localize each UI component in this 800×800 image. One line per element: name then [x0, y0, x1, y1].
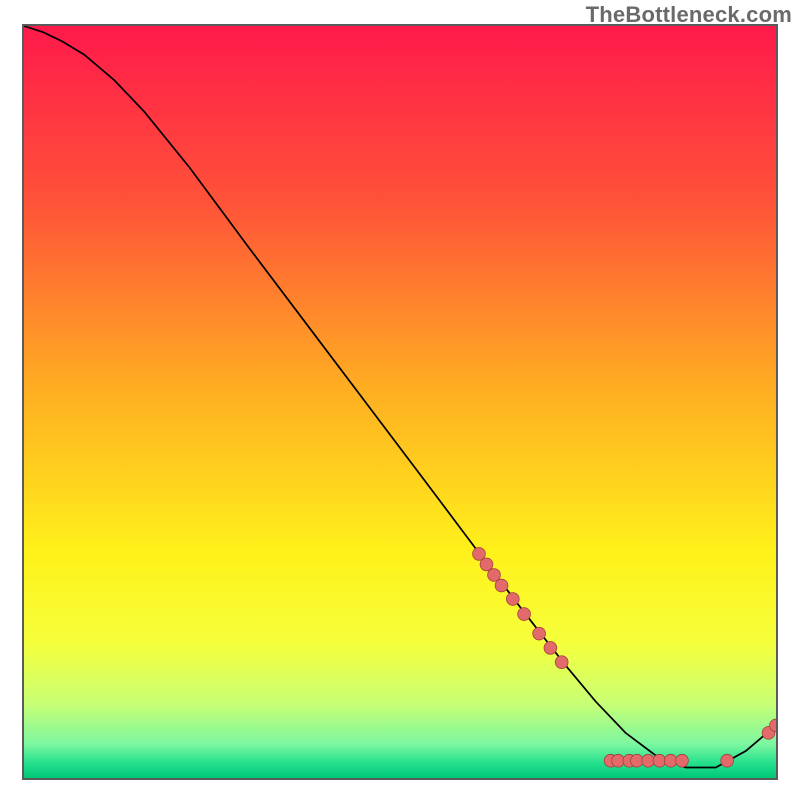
data-marker [642, 754, 655, 767]
data-marker [488, 569, 501, 582]
data-marker [495, 579, 508, 592]
data-marker [533, 627, 546, 640]
data-marker [555, 656, 568, 669]
data-marker [473, 548, 486, 561]
data-marker [544, 642, 557, 655]
data-marker [506, 593, 519, 606]
data-marker [653, 754, 666, 767]
data-marker [518, 608, 531, 621]
gradient-background [24, 26, 776, 778]
chart-svg [24, 26, 776, 778]
data-marker [612, 754, 625, 767]
data-marker [721, 754, 734, 767]
data-marker [480, 558, 493, 571]
chart-plot-area [22, 24, 778, 780]
data-marker [676, 754, 689, 767]
data-marker [664, 754, 677, 767]
data-marker [630, 754, 643, 767]
